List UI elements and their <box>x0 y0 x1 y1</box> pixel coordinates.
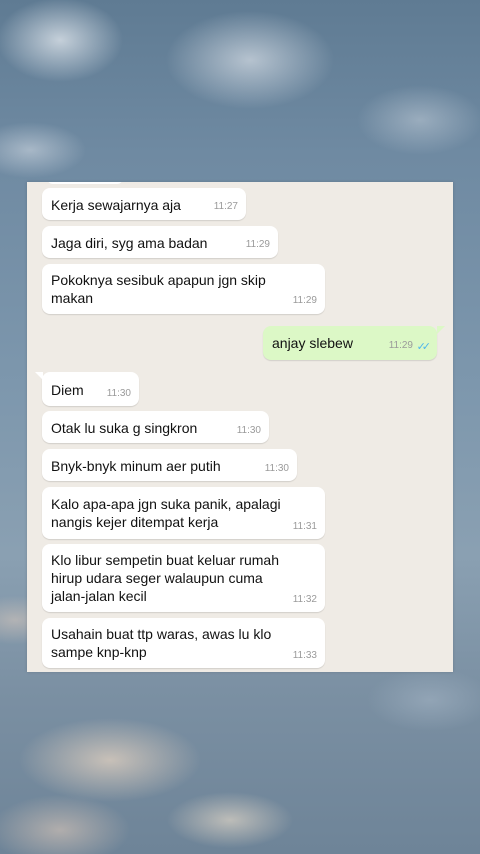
message-text: Kalo apa-apa jgn suka panik, apalagi nan… <box>51 496 281 530</box>
message-time: 11:31 <box>292 521 317 532</box>
message-bubble: Pokoknya sesibuk apapun jgn skip makan 1… <box>42 264 325 314</box>
message-text: Kerja sewajarnya aja <box>51 197 181 213</box>
message-bubble: Usahain buat ttp waras, awas lu klo samp… <box>42 618 325 668</box>
message-text: Bnyk-bnyk minum aer putih <box>51 458 221 474</box>
bubble-tail <box>35 372 43 380</box>
message-text: Jaga diri, syg ama badan <box>51 235 208 251</box>
message-bubble: Klo libur sempetin buat keluar rumah hir… <box>42 544 325 612</box>
message-time: 11:29 <box>245 239 270 250</box>
chat-screenshot: Kerja sewajarnya aja 11:27 Jaga diri, sy… <box>27 182 453 672</box>
message-time: 11:29 <box>388 340 413 351</box>
message-bubble: Kerja sewajarnya aja 11:27 <box>42 188 246 220</box>
message-time: 11:29 <box>292 295 317 306</box>
message-text: Pokoknya sesibuk apapun jgn skip makan <box>51 272 266 306</box>
message-bubble: Jaga diri, syg ama badan 11:29 <box>42 226 278 258</box>
message-text: anjay slebew <box>272 335 353 351</box>
message-text: Klo libur sempetin buat keluar rumah hir… <box>51 552 280 604</box>
cropped-message-bubble <box>47 182 123 184</box>
bubble-tail <box>437 326 445 334</box>
message-text: Diem <box>51 382 84 398</box>
message-bubble-outgoing: anjay slebew 11:29 ✓✓ <box>263 326 437 360</box>
message-bubble: Bnyk-bnyk minum aer putih 11:30 <box>42 449 297 481</box>
message-time: 11:30 <box>264 463 289 474</box>
message-time: 11:30 <box>236 425 261 436</box>
message-time: 11:33 <box>292 650 317 661</box>
message-text: Usahain buat ttp waras, awas lu klo samp… <box>51 626 272 660</box>
message-text: Otak lu suka g singkron <box>51 420 198 436</box>
message-bubble: Kalo apa-apa jgn suka panik, apalagi nan… <box>42 487 325 539</box>
message-time: 11:30 <box>106 388 131 399</box>
message-time: 11:27 <box>213 201 238 212</box>
message-time: 11:32 <box>292 594 317 605</box>
message-bubble: Otak lu suka g singkron 11:30 <box>42 411 269 443</box>
message-bubble: Diem 11:30 <box>42 372 139 406</box>
double-check-icon: ✓✓ <box>416 341 432 353</box>
